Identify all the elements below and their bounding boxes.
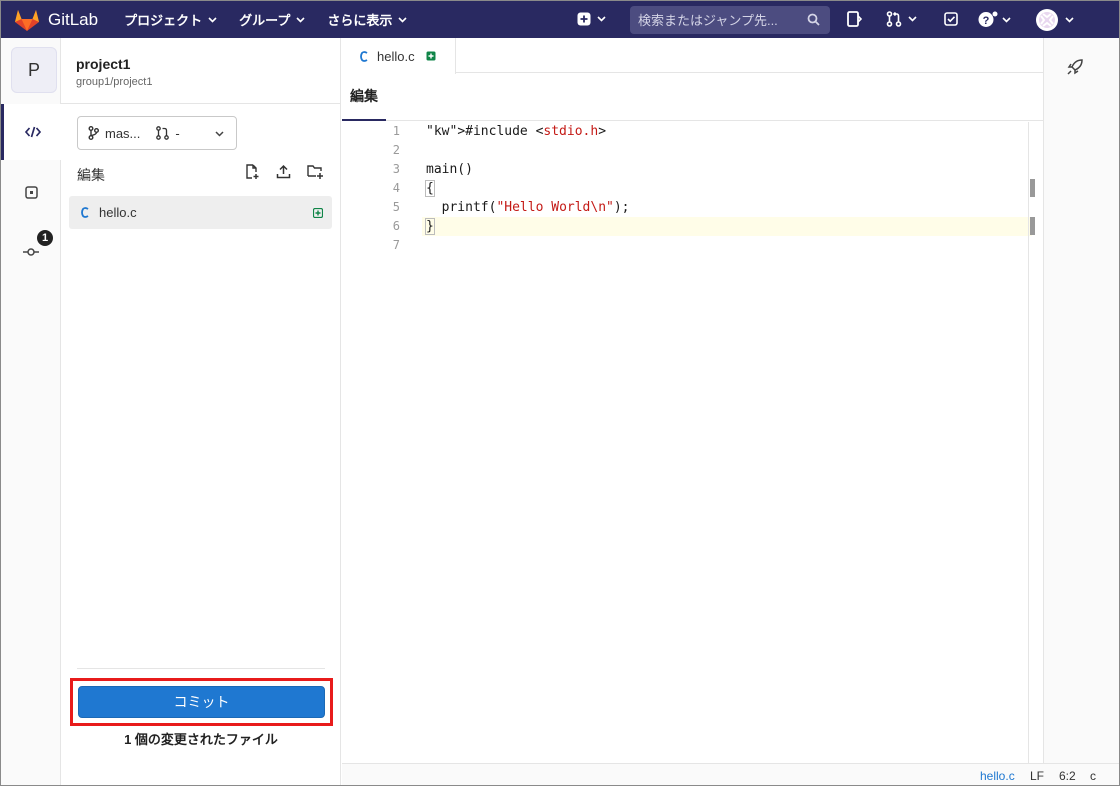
chevron-down-icon [208,16,217,23]
new-folder-icon [307,165,323,179]
new-file-icon [246,164,259,179]
menu-projects[interactable]: プロジェクト [124,10,217,29]
divider [77,668,325,669]
file-name: hello.c [99,205,137,220]
project-avatar[interactable]: P [11,47,57,93]
line-number: 1 [392,124,400,138]
code-icon [24,126,41,138]
merge-request-icon [886,11,902,27]
branch-dropdown[interactable]: mas... - [77,116,237,150]
logo-text: GitLab [48,9,99,29]
upload-file-button[interactable] [276,164,291,182]
status-eol: LF [1030,769,1045,783]
chevron-down-icon [215,131,224,137]
merge-request-icon [156,126,170,140]
edit-mode-button[interactable] [1,104,61,160]
search-input[interactable] [638,12,798,28]
project-header: project1 group1/project1 [61,38,341,104]
line-number: 5 [392,200,400,214]
plus-square-icon [577,12,591,26]
code-line: { [425,180,435,197]
rocket-icon [1067,59,1083,75]
ide-activity-bar: P 1 [1,38,61,785]
editor-scrollbar[interactable] [1028,122,1029,763]
merge-request-label: - [175,125,180,141]
tree-title: 編集 [77,167,105,183]
commit-highlight-frame: コミット [70,678,333,726]
editor-mode-bar: 編集 [342,73,1043,121]
right-side-bar [1043,38,1119,763]
issues-button[interactable] [847,11,862,27]
menu-groups-label: グループ [239,13,291,28]
menu-projects-label: プロジェクト [124,13,203,28]
new-item-button[interactable] [577,12,606,26]
search-icon [807,13,820,26]
c-file-icon [360,50,368,62]
top-navbar: GitLab プロジェクト グループ さらに表示 ? [1,1,1119,38]
code-line: } [425,218,435,235]
search-box[interactable] [630,6,830,34]
commit-icon [23,248,39,256]
user-avatar-icon [1036,9,1058,31]
status-language: c [1090,769,1096,783]
commit-count-badge: 1 [37,230,53,246]
tab-label: hello.c [377,48,415,64]
chevron-down-icon [398,16,407,23]
line-number: 2 [392,143,400,157]
code-line: printf("Hello World\n"); [426,200,630,215]
editor-tab-bar: hello.c [342,38,1043,74]
commit-mode-button[interactable] [1,224,61,280]
editor-tab-hello-c[interactable]: hello.c [342,38,456,74]
branch-name: mas... [105,125,141,141]
help-icon: ? [978,11,998,27]
help-button[interactable]: ? [978,11,1011,28]
merge-requests-button[interactable] [886,11,917,27]
new-directory-button[interactable] [307,164,324,182]
line-number: 4 [392,181,400,195]
commit-button[interactable]: コミット [78,686,325,718]
chevron-down-icon [296,16,305,23]
project-name[interactable]: project1 [76,56,130,72]
status-cursor-position: 6:2 [1059,769,1076,783]
status-file-link[interactable]: hello.c [980,769,1015,783]
overview-ruler-mark [1030,217,1035,235]
todo-check-icon [944,12,958,26]
chevron-down-icon [1002,16,1011,23]
tab-edit[interactable]: 編集 [342,73,386,121]
code-line: main() [426,162,473,177]
chevron-down-icon [1065,17,1074,23]
upload-icon [276,164,291,179]
file-added-icon [426,51,436,61]
status-bar: hello.c LF 6:2 c [342,763,1119,785]
code-editor[interactable]: 1 2 3 4 5 6 7 "kw">#include <stdio.h> ma… [342,122,1043,763]
review-icon [24,185,38,199]
current-line-highlight [422,217,1032,236]
branch-icon [88,126,99,140]
menu-more[interactable]: さらに表示 [327,10,407,29]
menu-more-label: さらに表示 [327,13,393,28]
issues-icon [847,11,862,27]
tanuki-icon [15,9,39,31]
svg-text:?: ? [983,15,990,27]
overview-ruler-mark [1030,179,1035,197]
review-mode-button[interactable] [1,164,61,220]
changed-files-summary: 1 個の変更されたファイル [124,732,278,747]
file-tree-item[interactable]: hello.c [69,196,332,229]
project-path: group1/project1 [76,76,153,88]
todos-button[interactable] [944,12,958,26]
menu-groups[interactable]: グループ [239,10,305,29]
new-file-button[interactable] [245,164,260,183]
gitlab-logo[interactable]: GitLab [14,8,98,32]
line-number: 7 [392,238,400,252]
file-added-icon [313,208,323,218]
line-number: 3 [392,162,400,176]
c-file-icon [81,207,89,218]
code-line: "kw">#include <stdio.h> [426,124,607,139]
file-tree-panel: project1 group1/project1 mas... - 編集 hel… [61,38,341,785]
user-menu-button[interactable] [1035,8,1074,32]
chevron-down-icon [597,16,606,22]
chevron-down-icon [908,16,917,22]
pipelines-button[interactable] [1066,58,1084,79]
line-number: 6 [392,219,400,233]
